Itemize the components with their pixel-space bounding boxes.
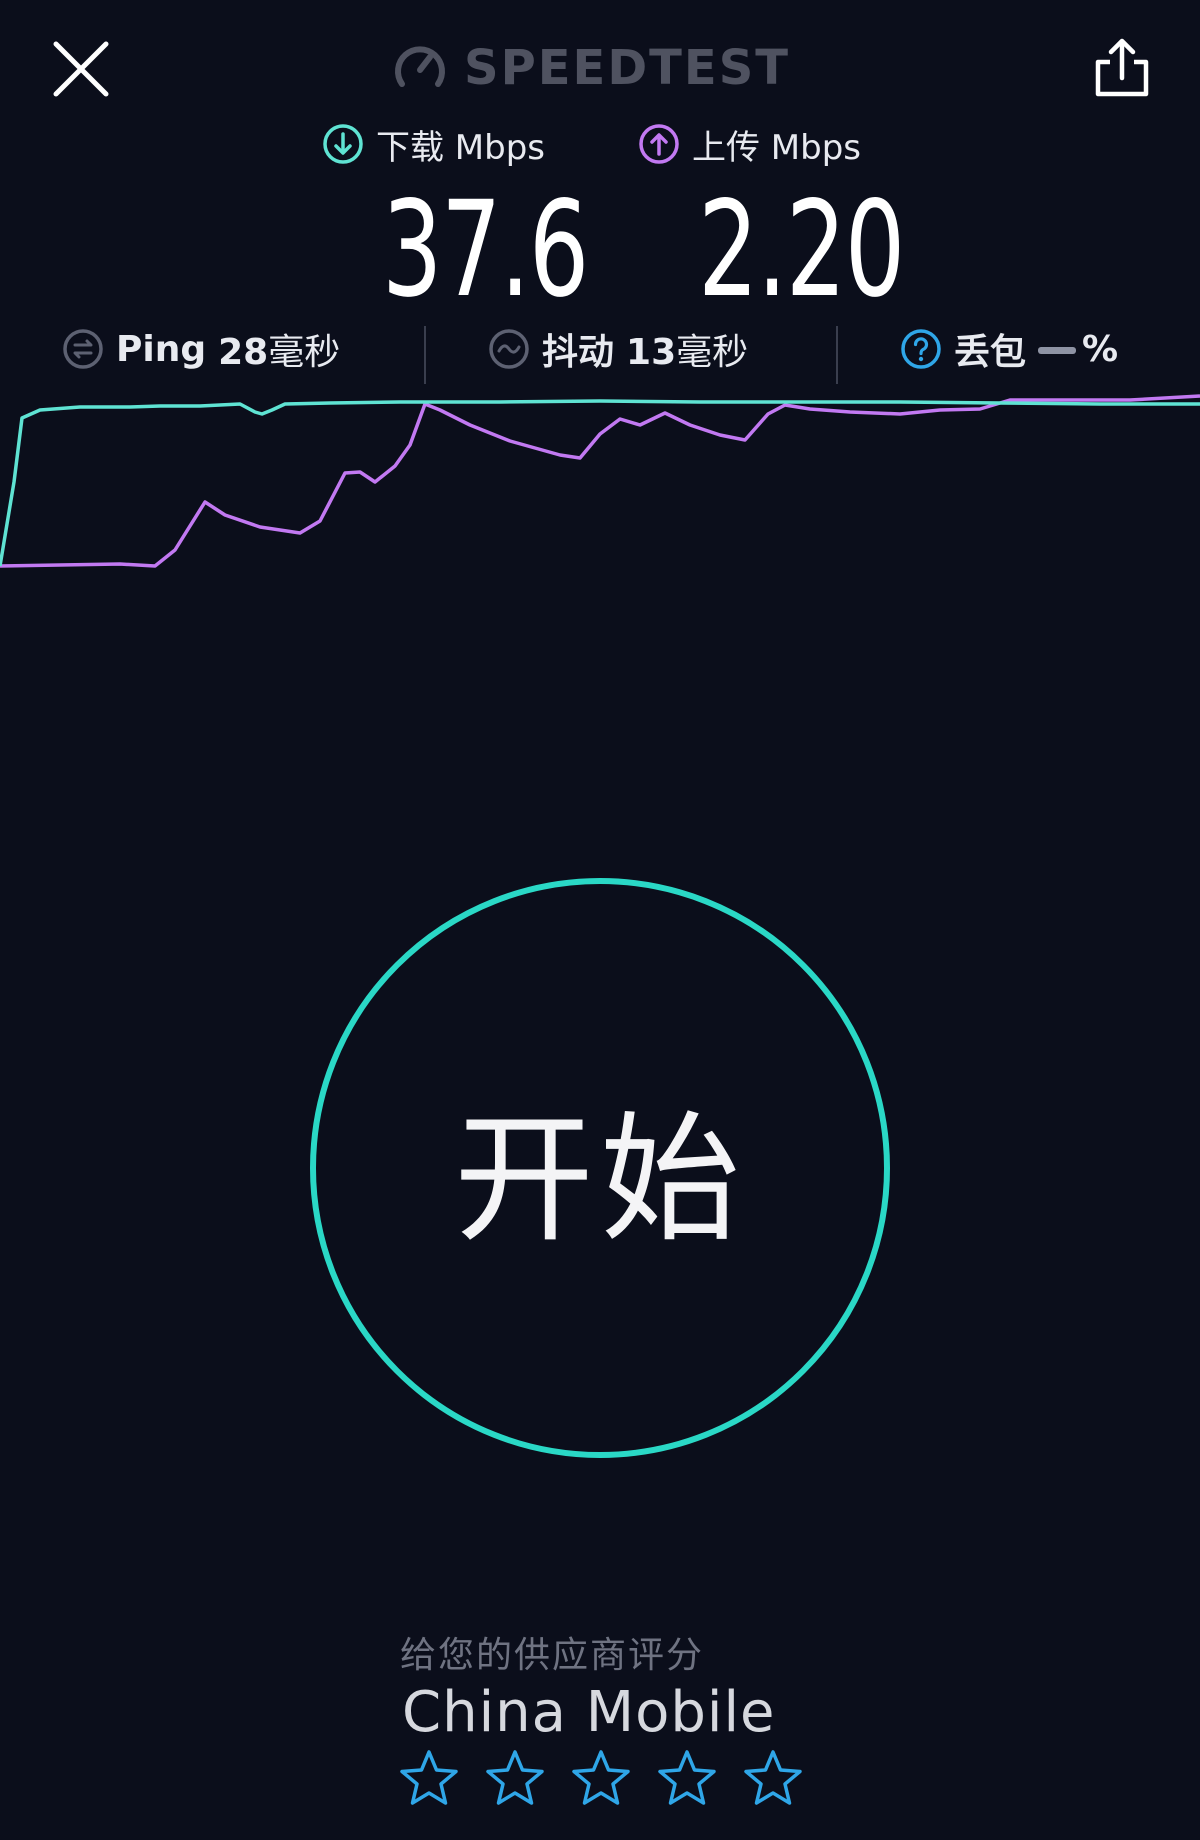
close-button[interactable] xyxy=(50,38,112,100)
metric-divider xyxy=(836,326,838,384)
star-icon[interactable] xyxy=(484,1748,546,1810)
app-brand: SPEEDTEST xyxy=(392,38,790,98)
packet-loss-unit: % xyxy=(1082,328,1119,370)
ping-metric: Ping 28毫秒 xyxy=(62,322,340,376)
jitter-metric: 抖动 13毫秒 xyxy=(488,322,748,376)
upload-label: 上传 Mbps xyxy=(692,127,862,168)
rate-provider-prompt: 给您的供应商评分 xyxy=(400,1635,705,1676)
star-icon[interactable] xyxy=(570,1748,632,1810)
download-value: 37.6 xyxy=(382,173,589,327)
upload-graph-line xyxy=(0,394,1200,568)
packet-loss-metric: 丢包 % xyxy=(900,322,1118,376)
jitter-unit: 毫秒 xyxy=(676,332,749,373)
jitter-number: 13 xyxy=(626,332,677,373)
ping-number: 28 xyxy=(218,332,269,373)
star-icon[interactable] xyxy=(742,1748,804,1810)
download-arrow-icon xyxy=(323,124,363,164)
metric-divider xyxy=(424,326,426,384)
help-icon[interactable] xyxy=(900,328,942,370)
packet-loss-value: % xyxy=(1038,329,1118,370)
share-button[interactable] xyxy=(1090,36,1154,100)
packet-loss-label: 丢包 xyxy=(954,332,1027,373)
rating-stars xyxy=(398,1748,804,1810)
star-icon[interactable] xyxy=(656,1748,718,1810)
download-speed: 下载 Mbps 37.6 xyxy=(322,118,668,316)
jitter-value: 13毫秒 xyxy=(626,323,748,375)
download-label: 下载 Mbps xyxy=(376,127,546,168)
ping-unit: 毫秒 xyxy=(268,332,341,373)
upload-arrow-icon xyxy=(639,124,679,164)
start-button[interactable]: 开始 xyxy=(310,878,890,1458)
upload-speed: 上传 Mbps 2.20 xyxy=(638,118,984,316)
star-icon[interactable] xyxy=(398,1748,460,1810)
start-button-label: 开始 xyxy=(453,1099,746,1262)
upload-value: 2.20 xyxy=(698,173,905,327)
provider-name: China Mobile xyxy=(402,1680,776,1745)
share-icon xyxy=(1095,38,1149,97)
ping-value: 28毫秒 xyxy=(218,323,340,375)
speedometer-icon xyxy=(395,46,445,87)
ping-label: Ping xyxy=(116,328,207,370)
ping-icon xyxy=(63,329,103,369)
speed-graph xyxy=(0,394,1200,568)
speedtest-screen: SPEEDTEST 下载 Mbps 37.6 上传 Mbps 2.20 Ping… xyxy=(0,0,1200,1840)
jitter-label: 抖动 xyxy=(542,332,615,373)
brand-title: SPEEDTEST xyxy=(464,40,791,96)
no-value-dash xyxy=(1038,347,1077,354)
close-icon xyxy=(53,41,109,97)
jitter-icon xyxy=(489,329,529,369)
